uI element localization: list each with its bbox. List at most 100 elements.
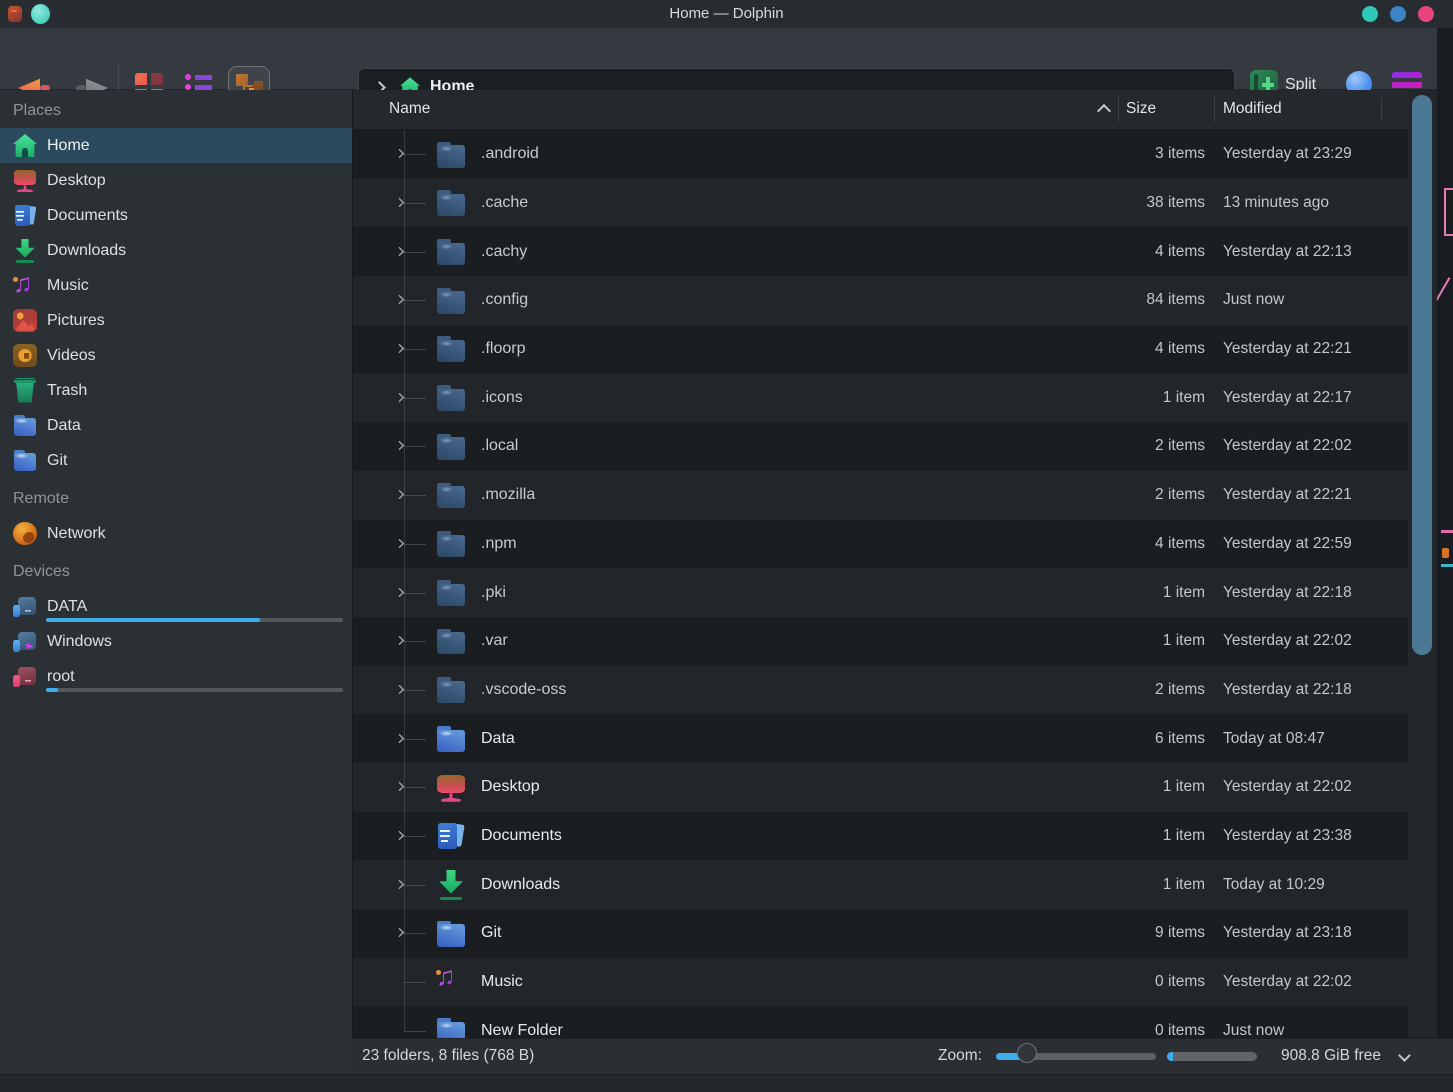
expand-chevron-icon[interactable] [395,587,405,597]
expand-chevron-icon[interactable] [395,636,405,646]
zoom-slider-handle[interactable] [1017,1043,1037,1063]
file-size: 84 items [1146,291,1205,309]
close-button[interactable] [1418,6,1434,22]
zoom-label: Zoom: [938,1047,982,1065]
file-modified: Just now [1223,1022,1284,1038]
file-row-desktop[interactable]: Desktop1 itemYesterday at 22:02 [353,763,1408,812]
free-space-bar[interactable] [1167,1052,1257,1061]
documents-icon [13,204,37,228]
section-label-devices: Devices [0,551,352,589]
file-row-.local[interactable]: .local2 itemsYesterday at 22:02 [353,422,1408,471]
sidebar-item-music[interactable]: Music [0,268,352,303]
file-modified: Yesterday at 22:21 [1223,486,1352,504]
sidebar-item-data[interactable]: Data [0,408,352,443]
file-row-.floorp[interactable]: .floorp4 itemsYesterday at 22:21 [353,325,1408,374]
file-row-.pki[interactable]: .pki1 itemYesterday at 22:18 [353,568,1408,617]
folder-hidden-icon [436,431,466,461]
expand-chevron-icon[interactable] [395,295,405,305]
maximize-button[interactable] [1390,6,1406,22]
column-header-name[interactable]: Name [389,100,430,118]
file-row-.vscode-oss[interactable]: .vscode-oss2 itemsYesterday at 22:18 [353,666,1408,715]
file-name: .local [481,437,518,455]
sidebar-item-network[interactable]: Network [0,516,352,551]
expand-chevron-icon[interactable] [395,490,405,500]
folder-hidden-icon [436,285,466,315]
dolphin-window: Home — Dolphin [0,0,1453,1092]
file-row-.config[interactable]: .config84 itemsJust now [353,276,1408,325]
expand-chevron-icon[interactable] [395,539,405,549]
file-row-music[interactable]: Music0 itemsYesterday at 22:02 [353,958,1408,1007]
expand-chevron-icon[interactable] [395,733,405,743]
column-header-size[interactable]: Size [1126,100,1156,118]
file-row-git[interactable]: Git9 itemsYesterday at 23:18 [353,909,1408,958]
folder-icon [436,918,466,948]
scrollbar-thumb[interactable] [1412,95,1432,655]
file-size: 1 item [1163,827,1205,845]
sidebar-item-pictures[interactable]: Pictures [0,303,352,338]
file-row-.cachy[interactable]: .cachy4 itemsYesterday at 22:13 [353,227,1408,276]
expand-chevron-icon[interactable] [395,198,405,208]
expand-chevron-icon[interactable] [395,393,405,403]
file-modified: Just now [1223,291,1284,309]
folder-hidden-icon [436,139,466,169]
toolbar: Home Split [0,28,1453,90]
file-row-documents[interactable]: Documents1 itemYesterday at 23:38 [353,812,1408,861]
expand-chevron-icon[interactable] [395,782,405,792]
file-size: 1 item [1163,584,1205,602]
sidebar-item-label: Trash [47,382,87,400]
sort-ascending-icon[interactable] [1097,104,1111,118]
file-size: 0 items [1155,973,1205,991]
sidebar-item-root[interactable]: root [0,659,352,694]
file-row-data[interactable]: Data6 itemsToday at 08:47 [353,714,1408,763]
file-row-.cache[interactable]: .cache38 items13 minutes ago [353,179,1408,228]
vertical-scrollbar[interactable] [1408,90,1437,1038]
column-header-modified[interactable]: Modified [1223,100,1282,118]
file-name: .icons [481,389,523,407]
expand-chevron-icon[interactable] [395,344,405,354]
file-row-.var[interactable]: .var1 itemYesterday at 22:02 [353,617,1408,666]
file-size: 2 items [1155,486,1205,504]
file-name: .mozilla [481,486,535,504]
sidebar-item-label: DATA [47,598,87,616]
file-row-.mozilla[interactable]: .mozilla 2 items Yesterday at 22:21 [353,471,1408,520]
titlebar[interactable]: Home — Dolphin [0,0,1453,28]
expand-chevron-icon[interactable] [395,879,405,889]
window-right-edge [1437,28,1453,1092]
sidebar-item-videos[interactable]: Videos [0,338,352,373]
expand-chevron-icon[interactable] [395,149,405,159]
expand-chevron-icon[interactable] [395,928,405,938]
file-row-downloads[interactable]: Downloads1 itemToday at 10:29 [353,860,1408,909]
file-modified: Yesterday at 23:38 [1223,827,1352,845]
file-row-new-folder[interactable]: New Folder0 itemsJust now [353,1006,1408,1038]
expand-chevron-icon[interactable] [395,246,405,256]
sidebar-item-data[interactable]: DATA [0,589,352,624]
sidebar-item-desktop[interactable]: Desktop [0,163,352,198]
expand-chevron-icon[interactable] [395,685,405,695]
free-space-chevron-icon[interactable] [1398,1049,1411,1062]
sidebar-item-label: Videos [47,347,96,365]
sidebar-item-label: Documents [47,207,128,225]
music-icon [436,967,466,997]
sidebar-item-windows[interactable]: Windows [0,624,352,659]
file-name: .cache [481,194,528,212]
folder-hidden-icon [436,578,466,608]
free-space-text: 908.8 GiB free [1281,1047,1381,1065]
sidebar-item-label: Windows [47,633,112,651]
sidebar-item-git[interactable]: Git [0,443,352,478]
sidebar-item-home[interactable]: Home [0,128,352,163]
file-name: .npm [481,535,517,553]
sidebar-item-documents[interactable]: Documents [0,198,352,233]
minimize-button[interactable] [1362,6,1378,22]
expand-chevron-icon[interactable] [395,441,405,451]
file-modified: Yesterday at 22:18 [1223,584,1352,602]
expand-chevron-icon[interactable] [395,831,405,841]
sidebar-item-downloads[interactable]: Downloads [0,233,352,268]
sidebar-item-trash[interactable]: Trash [0,373,352,408]
sidebar-item-label: Pictures [47,312,105,330]
file-row-.npm[interactable]: .npm4 itemsYesterday at 22:59 [353,520,1408,569]
file-row-.android[interactable]: .android3 itemsYesterday at 23:29 [353,130,1408,179]
file-row-.icons[interactable]: .icons1 itemYesterday at 22:17 [353,373,1408,422]
sidebar-item-label: Home [47,137,90,155]
file-modified: 13 minutes ago [1223,194,1329,212]
file-modified: Yesterday at 23:18 [1223,924,1352,942]
